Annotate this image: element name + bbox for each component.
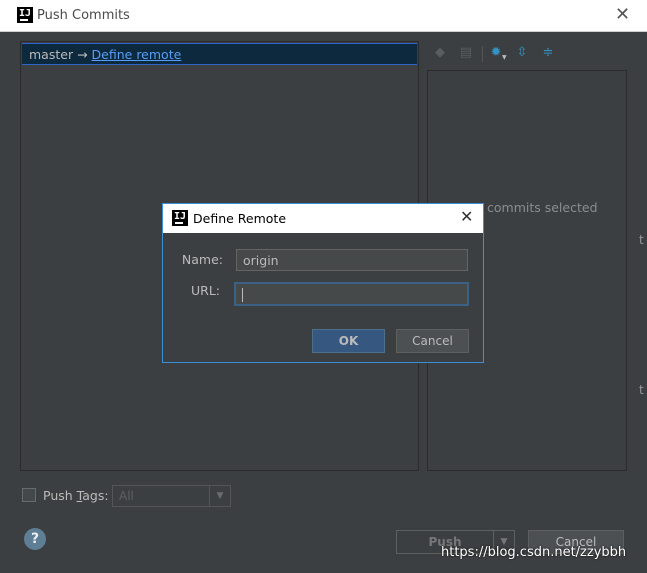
intellij-icon: IJ bbox=[17, 7, 33, 23]
text-caret bbox=[242, 288, 243, 302]
close-icon[interactable]: ✕ bbox=[615, 4, 630, 25]
edge-fragment: t bbox=[639, 233, 644, 247]
branch-row-master[interactable]: master → Define remote bbox=[22, 43, 417, 65]
dialog-title: Define Remote bbox=[193, 211, 287, 226]
push-tags-label: Push Tags: bbox=[43, 488, 109, 503]
doc-icon[interactable]: ▤ bbox=[458, 44, 474, 62]
name-label: Name: bbox=[181, 252, 223, 267]
expand-all-icon[interactable]: ⇳ bbox=[514, 44, 530, 62]
url-input[interactable] bbox=[234, 282, 469, 306]
help-button[interactable]: ? bbox=[24, 528, 46, 550]
push-tags-select[interactable]: All ▼ bbox=[112, 485, 231, 507]
define-remote-dialog: IJ Define Remote ✕ Name: URL: OK Cancel bbox=[162, 203, 484, 363]
local-branch-name: master bbox=[29, 47, 74, 62]
push-tags-select-value: All bbox=[119, 489, 134, 503]
url-label: URL: bbox=[190, 283, 220, 298]
chevron-down-icon: ▼ bbox=[502, 54, 507, 61]
dialog-cancel-button[interactable]: Cancel bbox=[396, 329, 469, 353]
ok-button[interactable]: OK bbox=[312, 329, 385, 353]
define-remote-link[interactable]: Define remote bbox=[92, 47, 182, 62]
push-tags-checkbox[interactable] bbox=[22, 488, 36, 502]
chevron-down-icon: ▼ bbox=[209, 486, 230, 506]
window-titlebar: IJ Push Commits ✕ bbox=[0, 0, 647, 32]
window-title: Push Commits bbox=[37, 8, 130, 23]
arrow-icon: → bbox=[77, 47, 88, 62]
collapse-all-icon[interactable]: ≑ bbox=[540, 44, 556, 62]
intellij-icon: IJ bbox=[172, 210, 188, 226]
pin-icon[interactable]: ◆ bbox=[432, 44, 448, 62]
no-commits-text: commits selected bbox=[487, 200, 598, 215]
dialog-titlebar: IJ Define Remote ✕ bbox=[163, 204, 483, 233]
close-icon[interactable]: ✕ bbox=[460, 207, 473, 226]
name-input[interactable] bbox=[236, 249, 468, 271]
branch-text: master → Define remote bbox=[29, 47, 181, 62]
edge-fragment: t bbox=[639, 383, 644, 397]
toolbar-separator bbox=[482, 46, 483, 62]
watermark-text: https://blog.csdn.net/zzybbh bbox=[441, 545, 627, 560]
